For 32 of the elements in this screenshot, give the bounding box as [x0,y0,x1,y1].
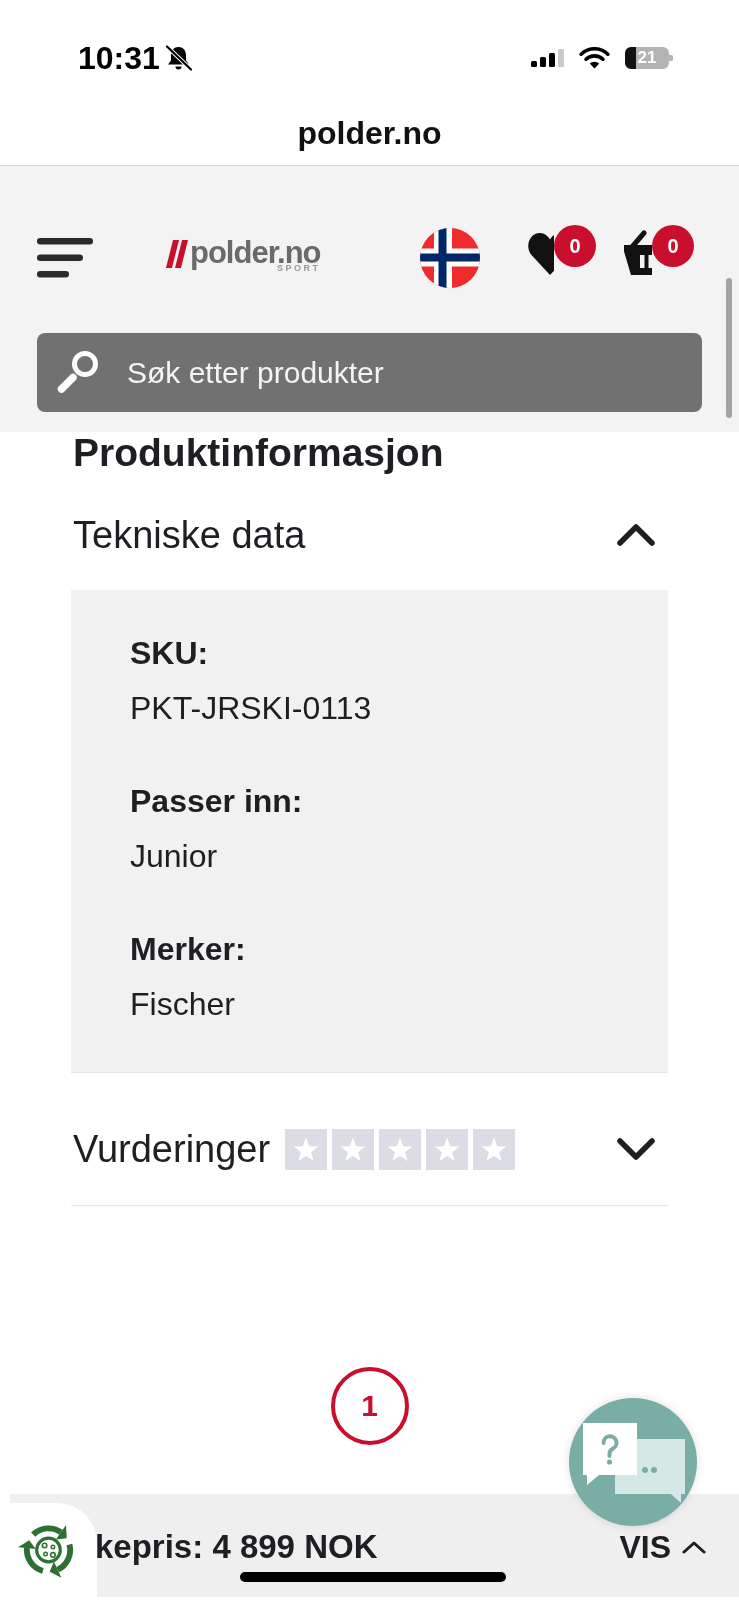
signal-icon [531,49,564,67]
search-bar[interactable]: Søk etter produkter [37,333,702,412]
basket-icon[interactable] [623,230,652,276]
spec-label: Merker: [130,930,247,969]
search-icon [55,350,99,395]
spec-value: Junior [130,837,219,876]
cart-button[interactable]: 0 [623,225,694,276]
wifi-icon [579,47,610,69]
spec-label: SKU: [130,634,210,673]
chevron-up-icon[interactable] [616,523,656,547]
caret-up-icon[interactable] [682,1540,706,1554]
step-number: 1 [330,1367,409,1445]
battery-indicator: 21 [625,47,674,69]
count-badge: 0 [554,225,596,267]
section-heading: Produktinformasjon [72,432,445,474]
accordion-title[interactable]: Tekniske data [73,512,306,558]
logo-slashes-icon[interactable] [166,240,188,268]
clock-time: 10:31 [78,40,160,76]
show-button[interactable]: VIS [619,1529,706,1565]
menu-button[interactable] [37,238,93,278]
page-address[interactable]: polder.no [297,113,442,152]
search-input[interactable]: Søk etter produkter [127,352,702,393]
spec-value: PKT-JRSKI-0113 [130,689,373,728]
count-badge: 0 [652,225,694,267]
accordion-title[interactable]: Vurderinger [73,1126,271,1172]
flag-icon[interactable] [420,228,480,288]
chevron-down-icon[interactable] [616,1137,656,1161]
spec-value: Fischer [130,985,236,1024]
wishlist-button[interactable]: 0 [527,225,596,277]
heart-icon[interactable] [527,230,554,277]
spec-label: Passer inn: [130,782,304,821]
price-text: kepris: 4 899 NOK [95,1528,378,1566]
